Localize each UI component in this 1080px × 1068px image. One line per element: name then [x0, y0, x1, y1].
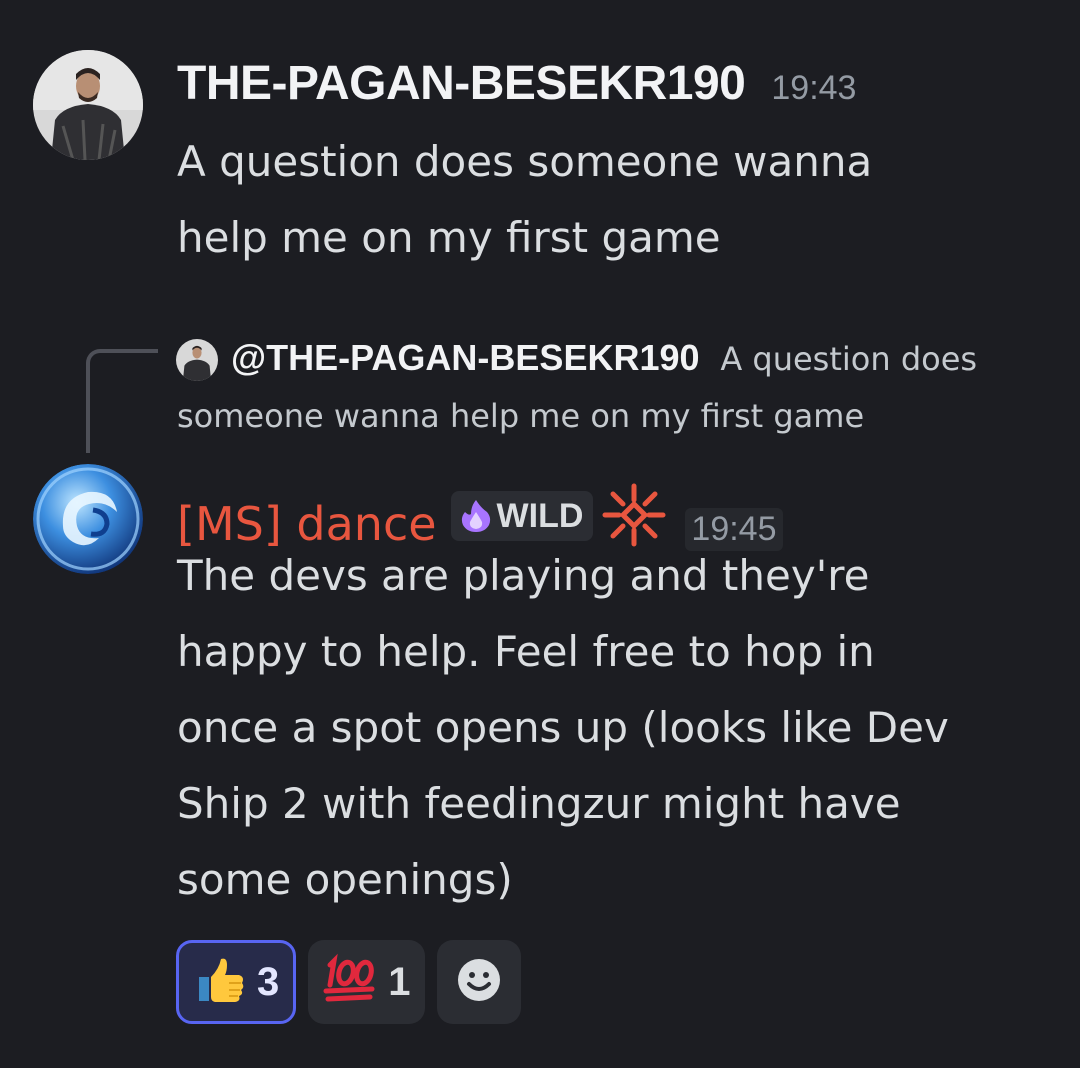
thumbs-up-icon	[193, 953, 247, 1011]
add-reaction-button[interactable]	[436, 940, 521, 1024]
message-content: The devs are playing and they're happy t…	[177, 538, 1057, 918]
timestamp: 19:43	[771, 69, 857, 107]
role-tag[interactable]: WILD	[450, 491, 594, 541]
message-line: happy to help. Feel free to hop in	[177, 627, 875, 676]
reply-connector	[86, 349, 158, 453]
message-line: help me on my first game	[177, 213, 721, 262]
reply-text: A question does	[720, 340, 978, 378]
smiley-add-reaction-icon	[455, 956, 503, 1008]
message-line: A question does someone wanna	[177, 137, 873, 186]
message-line: some openings)	[177, 855, 513, 904]
message-line: Ship 2 with feedingzur might have	[177, 779, 901, 828]
message-header: THE-PAGAN-BESEKR190 19:43	[177, 56, 856, 111]
reply-mention[interactable]: @THE-PAGAN-BESEKR190	[231, 337, 700, 378]
user-avatar[interactable]	[33, 50, 143, 160]
purple-flame-icon	[461, 500, 490, 532]
reaction-hundred[interactable]: 1	[308, 940, 425, 1024]
role-tag-label: WILD	[496, 496, 584, 535]
reply-text-continued: someone wanna help me on my first game	[177, 397, 865, 435]
user-avatar[interactable]	[33, 464, 143, 574]
reaction-count: 3	[257, 959, 280, 1004]
message-line: The devs are playing and they're	[177, 551, 870, 600]
reply-preview[interactable]: @THE-PAGAN-BESEKR190 A question does	[231, 332, 977, 385]
hundred-points-icon	[322, 953, 378, 1011]
message-content: A question does someone wanna help me on…	[177, 124, 1057, 276]
reaction-thumbs-up[interactable]: 3	[176, 940, 297, 1024]
reaction-count: 1	[388, 959, 411, 1004]
username[interactable]: THE-PAGAN-BESEKR190	[177, 56, 746, 111]
reactions-bar: 3 1	[176, 940, 521, 1024]
reply-avatar[interactable]	[176, 339, 218, 381]
message-line: once a spot opens up (looks like Dev	[177, 703, 949, 752]
